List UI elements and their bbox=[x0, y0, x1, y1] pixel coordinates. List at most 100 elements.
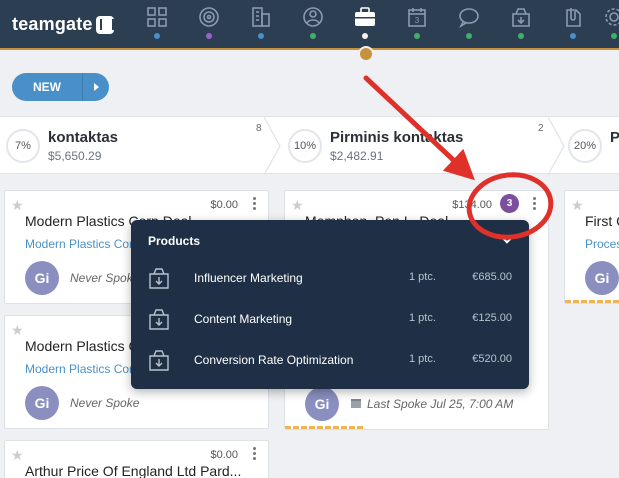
stage-name: kontaktas bbox=[48, 129, 119, 146]
deal-card[interactable]: ★ $0.00 Arthur Price Of England Ltd Pard… bbox=[4, 440, 269, 478]
stage-separator-chevron-icon bbox=[264, 117, 281, 175]
product-name: Influencer Marketing bbox=[194, 271, 303, 285]
shopping-bag-icon bbox=[149, 309, 169, 330]
avatar[interactable]: Gi bbox=[585, 261, 619, 295]
people-icon bbox=[303, 7, 323, 27]
nav-chat[interactable] bbox=[443, 0, 495, 50]
more-options-icon[interactable] bbox=[250, 197, 258, 211]
nav-dot bbox=[258, 33, 264, 39]
last-spoke-status: Never Spoke bbox=[70, 396, 140, 410]
deal-title[interactable]: First C bbox=[585, 213, 619, 229]
popup-title: Products bbox=[148, 234, 201, 248]
nav-documents[interactable] bbox=[547, 0, 599, 50]
stage-deal-count: 2 bbox=[538, 123, 544, 134]
activity-progress-bar bbox=[285, 426, 365, 429]
nav-active-indicator bbox=[0, 48, 619, 50]
stage-pirminis-kontaktas[interactable]: 10% Pirminis kontaktas $2,482.91 2 bbox=[282, 117, 558, 175]
deal-card[interactable]: ★ First C Proces Gi bbox=[564, 190, 619, 304]
star-icon[interactable]: ★ bbox=[11, 197, 24, 214]
target-icon bbox=[199, 7, 219, 27]
stage-probability: 7% bbox=[6, 129, 40, 163]
new-button-label: NEW bbox=[33, 80, 61, 94]
stage-amount: $2,482.91 bbox=[330, 149, 384, 163]
caret-right-icon[interactable] bbox=[83, 83, 109, 91]
star-icon[interactable]: ★ bbox=[571, 197, 584, 214]
teamgate-logo[interactable]: teamgate bbox=[12, 14, 114, 35]
deal-company-link[interactable]: Proces bbox=[585, 237, 619, 251]
product-quantity: 1 ptc. bbox=[409, 271, 436, 283]
last-spoke-status: Last Spoke Jul 25, 7:00 AM bbox=[367, 397, 514, 411]
stage-deal-count: 8 bbox=[256, 123, 262, 134]
deal-company-link[interactable]: Modern Plastics Corp bbox=[25, 362, 140, 376]
activity-progress-bar bbox=[565, 300, 619, 303]
deals-icon bbox=[355, 7, 375, 26]
calendar-icon bbox=[351, 399, 361, 408]
stage-amount: $5,650.29 bbox=[48, 149, 102, 163]
new-button[interactable]: NEW bbox=[12, 73, 109, 101]
deal-amount: $134.00 bbox=[452, 199, 492, 211]
stage-kontaktas[interactable]: 7% kontaktas $5,650.29 8 bbox=[0, 117, 276, 175]
avatar[interactable]: Gi bbox=[25, 261, 59, 295]
last-spoke-status: Never Spoke bbox=[70, 271, 140, 285]
product-name: Content Marketing bbox=[194, 312, 293, 326]
chevron-down-icon[interactable] bbox=[501, 232, 513, 244]
nav-settings[interactable] bbox=[599, 0, 619, 50]
star-icon[interactable]: ★ bbox=[291, 197, 304, 214]
products-count-badge[interactable]: 3 bbox=[500, 194, 519, 213]
product-price: €520.00 bbox=[472, 353, 512, 365]
more-options-icon[interactable] bbox=[530, 197, 538, 211]
logo-hand-icon bbox=[95, 15, 114, 34]
star-icon[interactable]: ★ bbox=[11, 447, 24, 464]
shopping-bag-icon bbox=[149, 350, 169, 371]
deal-company-link[interactable]: Modern Plastics Corp bbox=[25, 237, 140, 251]
nav-dot bbox=[414, 33, 420, 39]
avatar[interactable]: Gi bbox=[25, 386, 59, 420]
stage-name: Pirminis kontaktas bbox=[330, 129, 464, 146]
nav-dot bbox=[362, 33, 368, 39]
product-quantity: 1 ptc. bbox=[409, 312, 436, 324]
nav-companies[interactable] bbox=[235, 0, 287, 50]
product-name: Conversion Rate Optimization bbox=[194, 353, 354, 367]
more-options-icon[interactable] bbox=[250, 447, 258, 461]
product-row[interactable]: Conversion Rate Optimization 1 ptc. €520… bbox=[131, 343, 529, 377]
chat-icon bbox=[459, 8, 479, 28]
product-row[interactable]: Content Marketing 1 ptc. €125.00 bbox=[131, 302, 529, 336]
dashboard-icon bbox=[147, 7, 167, 27]
nav-deals[interactable] bbox=[339, 0, 391, 50]
nav-dot bbox=[570, 33, 576, 39]
nav-goals[interactable] bbox=[183, 0, 235, 50]
deal-title[interactable]: Arthur Price Of England Ltd Pard... bbox=[25, 463, 241, 478]
nav-dot bbox=[206, 33, 212, 39]
nav-dot bbox=[154, 33, 160, 39]
nav-dashboard[interactable] bbox=[131, 0, 183, 50]
calendar-icon: 3 bbox=[408, 8, 426, 27]
deal-amount: $0.00 bbox=[210, 199, 238, 211]
nav-dot bbox=[611, 33, 617, 39]
nav-active-pin bbox=[358, 46, 374, 62]
stage-third[interactable]: 20% P bbox=[562, 117, 619, 175]
svg-text:3: 3 bbox=[415, 16, 420, 25]
nav-people[interactable] bbox=[287, 0, 339, 50]
shopping-bag-icon bbox=[149, 268, 169, 289]
product-row[interactable]: Influencer Marketing 1 ptc. €685.00 bbox=[131, 261, 529, 295]
products-icon bbox=[512, 8, 530, 27]
nav-products[interactable] bbox=[495, 0, 547, 50]
top-navigation-bar: teamgate 3 bbox=[0, 0, 619, 50]
nav-dot bbox=[466, 33, 472, 39]
pipeline-stage-bar: 7% kontaktas $5,650.29 8 10% Pirminis ko… bbox=[0, 116, 619, 175]
avatar[interactable]: Gi bbox=[305, 387, 339, 421]
companies-icon bbox=[252, 7, 270, 27]
documents-icon bbox=[566, 8, 581, 27]
logo-text: teamgate bbox=[12, 14, 93, 34]
star-icon[interactable]: ★ bbox=[11, 322, 24, 339]
nav-dot bbox=[310, 33, 316, 39]
stage-probability: 20% bbox=[568, 129, 602, 163]
nav-calendar[interactable]: 3 bbox=[391, 0, 443, 50]
settings-icon bbox=[605, 8, 619, 26]
stage-probability: 10% bbox=[288, 129, 322, 163]
stage-name: P bbox=[610, 129, 619, 146]
deal-amount: $0.00 bbox=[210, 449, 238, 461]
product-quantity: 1 ptc. bbox=[409, 353, 436, 365]
product-price: €125.00 bbox=[472, 312, 512, 324]
nav-dot bbox=[518, 33, 524, 39]
